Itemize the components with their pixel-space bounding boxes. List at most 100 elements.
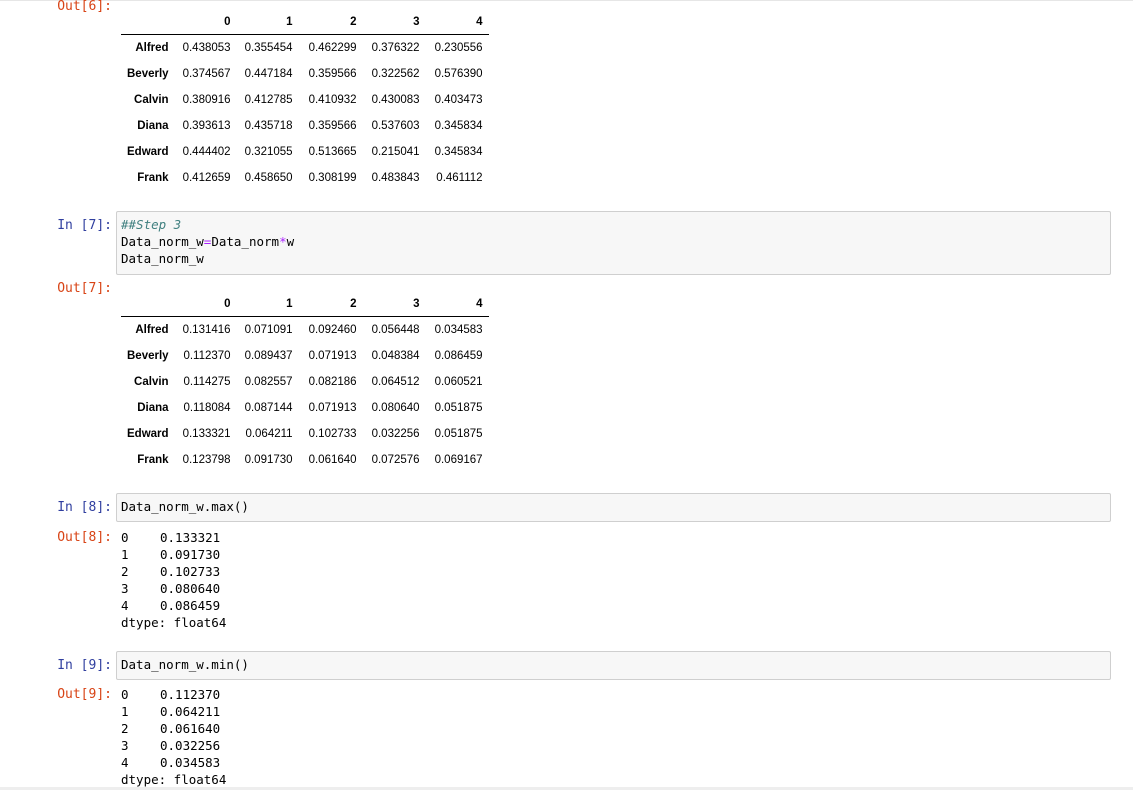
code-line: Data_norm_w.min() (121, 657, 249, 672)
series-output-9: 0 0.112370 1 0.064211 2 0.061640 3 0.032256 … (121, 686, 226, 788)
series-index: 4 (121, 755, 129, 770)
table-cell: 0.376322 (371, 42, 420, 54)
table-cell: 0.461112 (436, 172, 483, 184)
row-label: Alfred (135, 324, 169, 336)
series-row: 1 0.064211 (121, 703, 226, 720)
table-row: Frank 0.123798 0.091730 0.061640 0.07257… (121, 447, 489, 473)
table-cell: 0.072576 (371, 454, 420, 466)
table-cell: 0.071913 (308, 402, 357, 414)
code-token: Data_norm (211, 234, 280, 249)
table-cell: 0.086459 (434, 350, 483, 362)
table-cell: 0.069167 (434, 454, 483, 466)
table-cell: 0.061640 (308, 454, 357, 466)
row-label: Edward (127, 146, 169, 158)
dataframe-out7: 0 1 2 3 4 Alfred 0.131416 0.071091 0.092… (121, 292, 489, 473)
table-cell: 0.034583 (434, 324, 483, 336)
table-cell: 0.345834 (434, 120, 483, 132)
series-value: 0.086459 (160, 598, 221, 613)
table-cell: 0.447184 (244, 68, 293, 80)
table-cell: 0.359566 (308, 68, 357, 80)
table-cell: 0.087144 (244, 402, 293, 414)
table-cell: 0.089437 (244, 350, 293, 362)
table-cell: 0.393613 (182, 120, 231, 132)
table-cell: 0.118084 (183, 402, 231, 414)
code-line: ##Step 3 (121, 216, 1106, 233)
table-cell: 0.215041 (371, 146, 420, 158)
column-header: 3 (362, 292, 426, 317)
series-output-8: 0 0.133321 1 0.091730 2 0.102733 3 0.080640 … (121, 529, 226, 631)
row-label: Beverly (127, 68, 169, 80)
table-cell: 0.032256 (371, 428, 420, 440)
series-value: 0.080640 (160, 581, 221, 596)
table-row: Diana 0.118084 0.087144 0.071913 0.08064… (121, 395, 489, 421)
series-value: 0.091730 (160, 547, 221, 562)
table-row: Alfred 0.438053 0.355454 0.462299 0.3763… (121, 35, 489, 62)
table-cell: 0.230556 (434, 42, 483, 54)
code-cell-7[interactable]: ##Step 3 Data_norm_w=Data_norm*w Data_no… (116, 211, 1111, 275)
row-label: Frank (137, 454, 169, 466)
table-header-row: 0 1 2 3 4 (121, 10, 489, 35)
table-row: Edward 0.133321 0.064211 0.102733 0.0322… (121, 421, 489, 447)
table-cell: 0.071913 (308, 350, 357, 362)
table-cell: 0.462299 (308, 42, 357, 54)
series-index: 2 (121, 564, 129, 579)
table-cell: 0.483843 (371, 172, 420, 184)
table-cell: 0.112370 (183, 350, 231, 362)
series-row: 3 0.080640 (121, 580, 226, 597)
top-divider (0, 0, 1133, 1)
code-comment: ##Step 3 (121, 217, 182, 232)
in-prompt-7: In [7]: (57, 218, 112, 233)
series-row: 2 0.061640 (121, 720, 226, 737)
series-value: 0.061640 (160, 721, 221, 736)
table-cell: 0.091730 (244, 454, 293, 466)
table-cell: 0.114275 (183, 376, 231, 388)
table-row: Alfred 0.131416 0.071091 0.092460 0.0564… (121, 317, 489, 344)
table-cell: 0.412785 (244, 94, 293, 106)
code-cell-9[interactable]: Data_norm_w.min() (116, 651, 1111, 680)
row-label: Calvin (134, 94, 169, 106)
table-cell: 0.080640 (371, 402, 420, 414)
column-header (121, 292, 175, 317)
series-row: 0 0.112370 (121, 686, 226, 703)
series-value: 0.064211 (160, 704, 221, 719)
out-prompt-7: Out[7]: (57, 281, 112, 296)
table-cell: 0.051875 (434, 428, 483, 440)
out-prompt-8: Out[8]: (57, 530, 112, 545)
table-cell: 0.092460 (308, 324, 357, 336)
table-cell: 0.322562 (371, 68, 420, 80)
series-value: 0.133321 (160, 530, 221, 545)
column-header (121, 10, 175, 35)
table-cell: 0.133321 (182, 428, 231, 440)
column-header: 0 (174, 10, 237, 35)
column-header: 1 (236, 10, 299, 35)
column-header: 3 (362, 10, 426, 35)
table-cell: 0.060521 (434, 376, 483, 388)
table-cell: 0.123798 (182, 454, 231, 466)
code-line: Data_norm_w (121, 251, 204, 266)
table-cell: 0.082557 (244, 376, 293, 388)
table-cell: 0.048384 (371, 350, 420, 362)
row-label: Diana (137, 120, 169, 132)
table-cell: 0.131416 (182, 324, 231, 336)
table-header-row: 0 1 2 3 4 (121, 292, 489, 317)
table-row: Frank 0.412659 0.458650 0.308199 0.48384… (121, 165, 489, 191)
table-cell: 0.359566 (308, 120, 357, 132)
table-cell: 0.064211 (245, 428, 293, 440)
row-label: Frank (137, 172, 169, 184)
code-token: Data_norm_w (121, 234, 204, 249)
code-token: w (286, 234, 295, 249)
series-dtype: dtype: float64 (121, 772, 227, 787)
column-header: 2 (298, 292, 363, 317)
table-cell: 0.051875 (434, 402, 483, 414)
table-cell: 0.410932 (308, 94, 357, 106)
series-value: 0.032256 (160, 738, 221, 753)
table-cell: 0.345834 (434, 146, 483, 158)
code-cell-8[interactable]: Data_norm_w.max() (116, 493, 1111, 522)
table-cell: 0.435718 (244, 120, 293, 132)
table-cell: 0.576390 (434, 68, 483, 80)
series-index: 0 (121, 687, 129, 702)
table-row: Diana 0.393613 0.435718 0.359566 0.53760… (121, 113, 489, 139)
table-row: Edward 0.444402 0.321055 0.513665 0.2150… (121, 139, 489, 165)
code-operator: * (279, 234, 287, 249)
table-cell: 0.102733 (308, 428, 357, 440)
